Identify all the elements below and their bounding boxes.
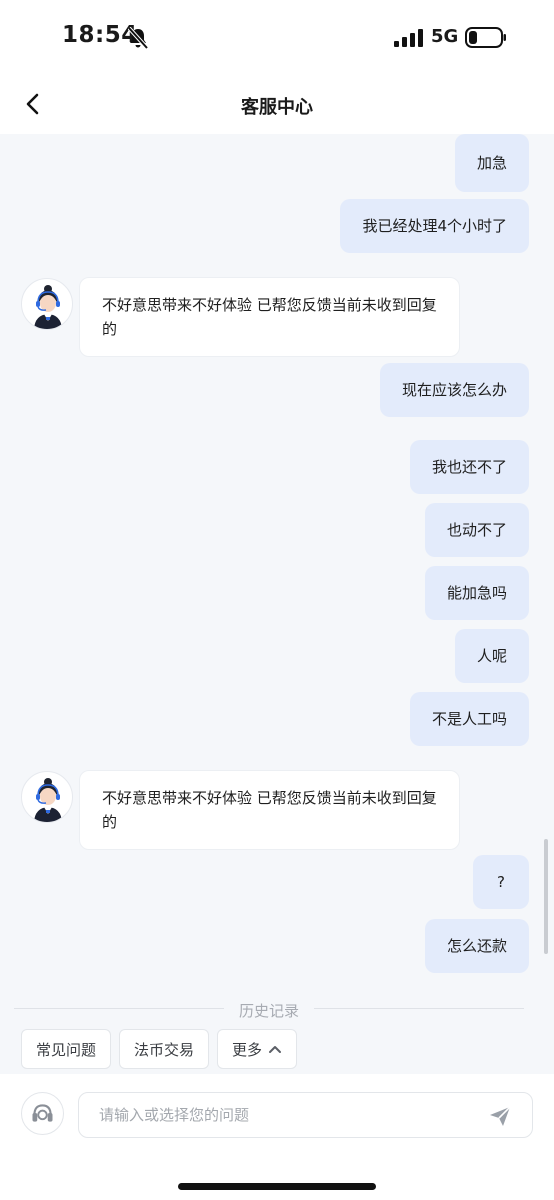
agent-avatar	[21, 771, 73, 823]
headset-icon	[32, 1104, 53, 1122]
history-label-text: 历史记录	[226, 1002, 311, 1020]
status-time: 18:54	[62, 22, 138, 48]
user-message: 怎么还款	[424, 919, 529, 973]
chat-scrollbar[interactable]	[544, 839, 548, 954]
chip-label: 法币交易	[134, 1040, 195, 1059]
agent-message: 不好意思带来不好体验 已帮您反馈当前未收到回复的	[79, 277, 460, 357]
history-label[interactable]: 历史记录	[14, 1000, 524, 1021]
user-message: 不是人工吗	[409, 692, 529, 746]
human-service-button[interactable]	[21, 1092, 64, 1135]
network-type: 5G	[431, 26, 459, 47]
chat-area[interactable]: 加急 我已经处理4个小时了 不好意思带来不好体验 已帮您反馈当前未收到回复的 现…	[0, 134, 554, 1074]
input-bar	[0, 1074, 554, 1200]
agent-avatar-icon	[34, 778, 62, 822]
signal-icon	[394, 29, 423, 47]
chevron-up-icon	[269, 1046, 282, 1053]
user-message: 人呢	[454, 629, 529, 683]
user-message: 我已经处理4个小时了	[340, 199, 529, 253]
home-indicator	[178, 1183, 376, 1190]
user-message: ?	[473, 855, 529, 909]
agent-avatar-icon	[34, 285, 62, 329]
agent-message: 不好意思带来不好体验 已帮您反馈当前未收到回复的	[79, 770, 460, 850]
user-message: 我也还不了	[409, 440, 529, 494]
customer-service-screen: 18:54 5G 客服中心 加急 我已经处理4个小时了 不好意思带来不好体验 已…	[0, 0, 554, 1200]
battery-icon	[465, 27, 506, 48]
chip-faq[interactable]: 常见问题	[21, 1029, 112, 1069]
chip-fiat-trade[interactable]: 法币交易	[119, 1029, 210, 1069]
user-message: 也动不了	[424, 503, 529, 557]
bell-slash-icon	[128, 27, 148, 49]
question-input[interactable]	[99, 1093, 479, 1137]
status-bar: 18:54 5G	[0, 0, 554, 76]
chip-label: 更多	[232, 1040, 263, 1059]
nav-bar: 客服中心	[0, 76, 554, 134]
page-title: 客服中心	[241, 97, 313, 118]
question-input-box	[78, 1092, 533, 1138]
user-message: 现在应该怎么办	[379, 363, 529, 417]
user-message: 加急	[454, 134, 529, 192]
quick-chips: 常见问题 法币交易 更多	[21, 1029, 298, 1069]
agent-avatar	[21, 278, 73, 330]
chip-label: 常见问题	[36, 1040, 97, 1059]
user-message: 能加急吗	[424, 566, 529, 620]
history-divider[interactable]: 历史记录	[14, 1000, 524, 1021]
send-icon[interactable]	[488, 1104, 512, 1128]
chip-more[interactable]: 更多	[217, 1029, 298, 1069]
